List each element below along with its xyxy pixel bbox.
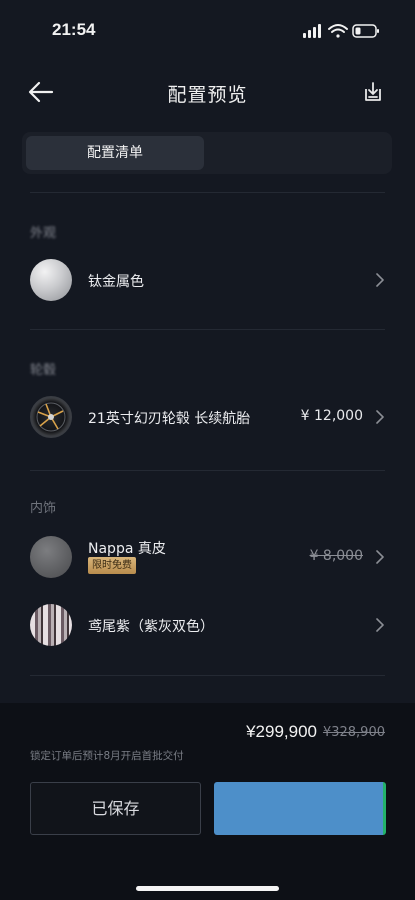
option-row-wheels[interactable]: 21英寸幻刃轮毂 长续航胎 ¥ 12,000 xyxy=(0,387,415,447)
chevron-right-icon xyxy=(376,618,384,632)
option-name: 钛金属色 xyxy=(88,274,144,290)
download-button[interactable] xyxy=(361,80,385,104)
divider xyxy=(30,329,385,330)
tab-config-list[interactable]: 配置清单 xyxy=(26,136,204,170)
titanium-swatch xyxy=(30,259,72,301)
signal-icon xyxy=(303,24,321,38)
battery-icon xyxy=(352,24,379,38)
chevron-right-icon xyxy=(376,550,384,564)
chevron-right-icon xyxy=(376,410,384,424)
promo-badge: 限时免费 xyxy=(88,557,136,574)
wheel-swatch xyxy=(30,396,72,438)
original-price: ¥328,900 xyxy=(322,725,385,740)
wifi-icon xyxy=(328,24,348,38)
tab-secondary[interactable] xyxy=(210,136,388,170)
divider xyxy=(30,192,385,193)
download-icon xyxy=(365,82,381,101)
option-price-struck: ¥ 8,000 xyxy=(309,548,363,564)
delivery-note: 锁定订单后预计8月开启首批交付 xyxy=(30,750,184,762)
page-title: 配置预览 xyxy=(167,84,248,106)
primary-action-button[interactable] xyxy=(214,782,386,835)
saved-button[interactable]: 已保存 xyxy=(30,782,201,835)
option-name: 鸢尾紫（紫灰双色） xyxy=(88,619,214,635)
option-row-seats[interactable]: Nappa 真皮 限时免费 ¥ 8,000 xyxy=(0,527,415,587)
option-name: 21英寸幻刃轮毂 长续航胎 xyxy=(88,411,251,427)
section-label-wheels: 轮毂 xyxy=(30,363,57,378)
option-row-exterior-color[interactable]: 钛金属色 xyxy=(0,250,415,310)
total-price: ¥299,900 xyxy=(246,722,317,741)
status-icons xyxy=(301,22,381,40)
status-time: 21:54 xyxy=(52,20,96,39)
section-label-exterior: 外观 xyxy=(30,226,57,241)
divider xyxy=(30,470,385,471)
section-label-interior: 内饰 xyxy=(30,501,57,516)
status-bar: 21:54 xyxy=(0,0,415,60)
chevron-right-icon xyxy=(376,273,384,287)
home-indicator[interactable] xyxy=(136,886,279,891)
option-price: ¥ 12,000 xyxy=(300,408,363,424)
wheel-spokes-icon xyxy=(36,402,66,432)
segmented-tabs: 配置清单 xyxy=(22,132,392,174)
purple-swatch xyxy=(30,604,72,646)
nav-bar: 配置预览 xyxy=(0,70,415,114)
option-row-interior-color[interactable]: 鸢尾紫（紫灰双色） xyxy=(0,595,415,655)
bottom-panel: ¥299,900 ¥328,900 锁定订单后预计8月开启首批交付 已保存 xyxy=(0,703,415,900)
nappa-swatch xyxy=(30,536,72,578)
option-name: Nappa 真皮 xyxy=(88,541,166,557)
divider xyxy=(30,675,385,676)
